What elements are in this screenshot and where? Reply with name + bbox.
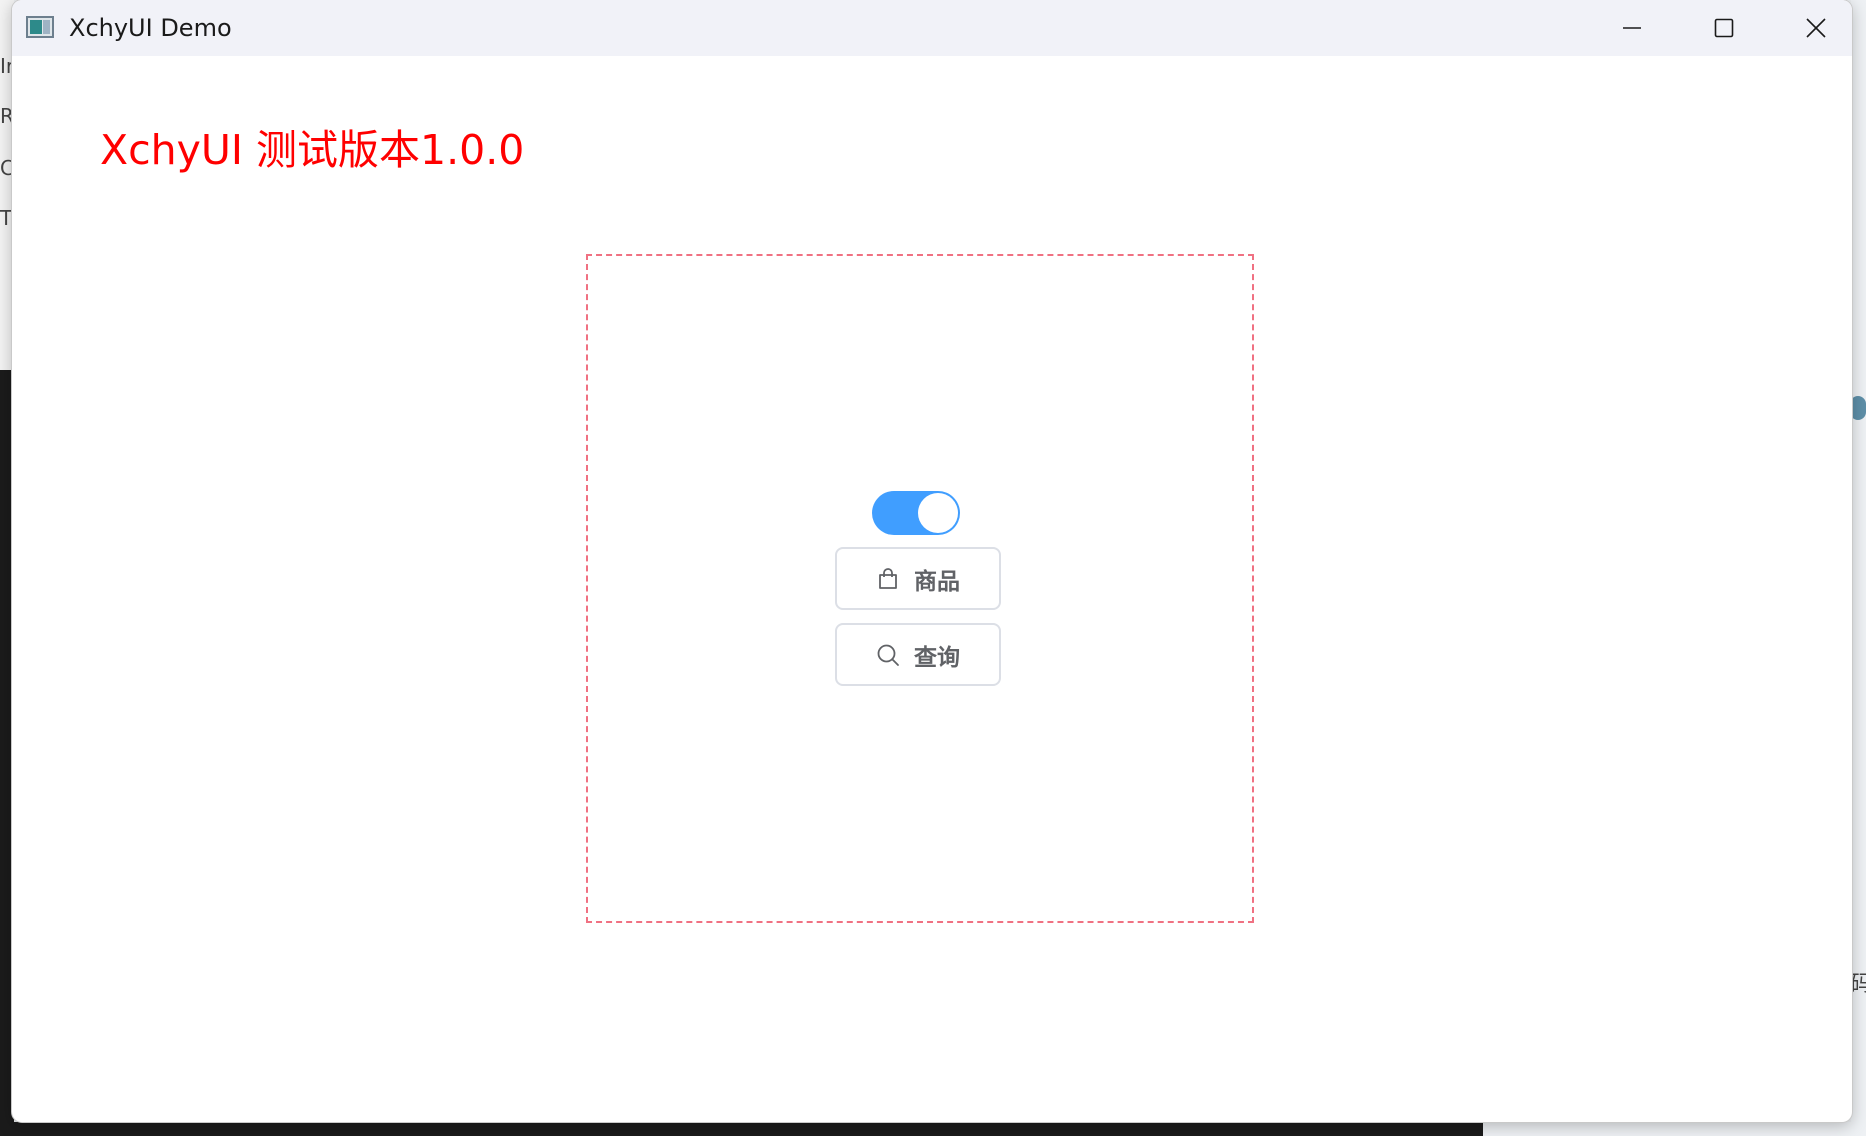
query-button-label: 查询: [914, 644, 960, 671]
minimize-button[interactable]: [1586, 0, 1678, 56]
query-button[interactable]: 查询: [835, 623, 1001, 686]
search-icon: [877, 644, 899, 666]
window-title: XchyUI Demo: [69, 14, 232, 42]
version-heading: XchyUI 测试版本1.0.0: [100, 126, 525, 174]
minimize-icon: [1623, 27, 1641, 29]
background-indicator: [1850, 396, 1866, 420]
goods-button[interactable]: 商品: [835, 547, 1001, 610]
background-char: 码: [1850, 972, 1866, 997]
app-icon: [26, 16, 54, 38]
background-window-edge-right: [1851, 0, 1866, 1122]
shopping-bag-icon: [879, 567, 897, 589]
maximize-button[interactable]: [1678, 0, 1770, 56]
switch-knob: [918, 493, 958, 533]
background-window-edge-bottom: [1483, 1122, 1866, 1136]
close-button[interactable]: [1770, 0, 1852, 56]
title-bar[interactable]: XchyUI Demo: [12, 0, 1852, 56]
goods-button-label: 商品: [914, 568, 960, 595]
maximize-icon: [1714, 18, 1734, 38]
close-icon: [1806, 18, 1826, 38]
switch-toggle[interactable]: [872, 491, 960, 535]
